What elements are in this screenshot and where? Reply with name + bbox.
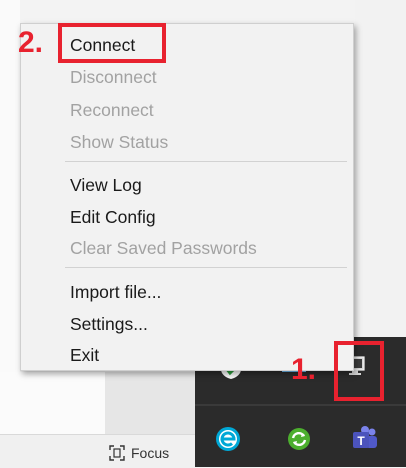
menu-item-edit-config[interactable]: Edit Config	[70, 206, 156, 228]
status-bar: Focus	[0, 434, 195, 468]
svg-text:T: T	[357, 434, 365, 448]
teams-icon[interactable]: T	[350, 425, 378, 453]
tray-divider	[195, 404, 406, 406]
eset-icon[interactable]	[214, 425, 242, 453]
window-background-lower	[0, 372, 105, 434]
menu-item-import-file[interactable]: Import file...	[70, 281, 161, 303]
menu-item-clear-saved-passwords: Clear Saved Passwords	[70, 238, 257, 258]
annotation-highlight-connect	[58, 23, 166, 63]
menu-item-view-log[interactable]: View Log	[70, 174, 142, 196]
annotation-step-1: 1.	[291, 353, 317, 386]
window-background-lower-mid	[105, 372, 195, 434]
menu-item-disconnect: Disconnect	[70, 67, 157, 87]
menu-separator	[65, 161, 347, 162]
window-background-right	[355, 0, 406, 340]
menu-separator	[65, 267, 347, 268]
openvpn-context-menu: Connect Disconnect Reconnect Show Status…	[20, 23, 354, 371]
menu-item-reconnect: Reconnect	[70, 100, 154, 120]
menu-item-show-status: Show Status	[70, 132, 169, 152]
annotation-step-2: 2.	[18, 26, 44, 59]
focus-label: Focus	[131, 445, 170, 461]
menu-item-settings[interactable]: Settings...	[70, 313, 148, 335]
focus-icon	[108, 444, 126, 462]
sync-icon[interactable]	[285, 425, 313, 453]
focus-button[interactable]: Focus	[108, 443, 169, 463]
annotation-highlight-tray-icon	[334, 341, 384, 401]
menu-item-exit[interactable]: Exit	[70, 344, 99, 366]
